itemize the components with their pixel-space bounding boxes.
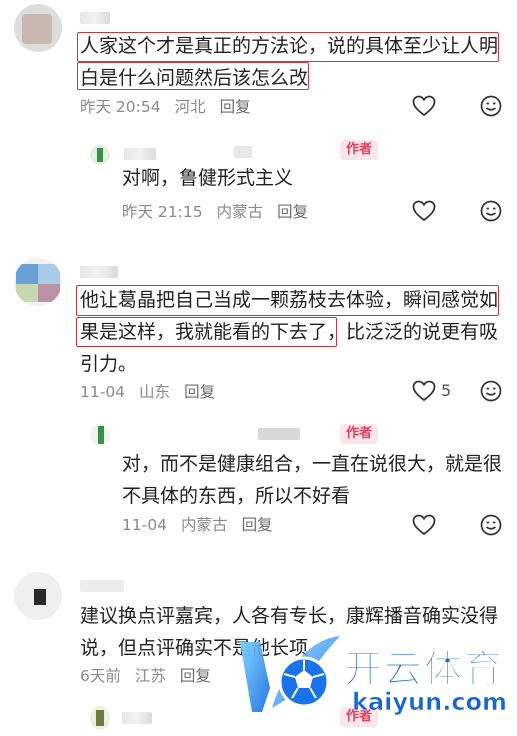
avatar[interactable] xyxy=(90,424,110,446)
watermark-logo: 开云体育 kaiyun.com xyxy=(232,620,517,730)
author-tag: 作者 xyxy=(340,424,379,444)
reply-time: 昨天 21:15 xyxy=(122,203,203,221)
heart-outline-icon[interactable] xyxy=(412,200,436,222)
reply-button[interactable]: 回复 xyxy=(180,667,211,685)
username-blurred[interactable] xyxy=(234,146,252,158)
reply-button[interactable]: 回复 xyxy=(242,516,273,534)
avatar[interactable] xyxy=(90,145,110,165)
comment-text-segment: 比泛泛的说更有吸 xyxy=(346,321,499,343)
reply-text: 对，而不是健康组合，一直在说很大，就是很 不具体的东西，所以不好看 xyxy=(122,448,502,512)
comment-location: 江苏 xyxy=(134,667,166,685)
reply-meta: 昨天 21:15 内蒙古 回复 xyxy=(122,202,322,222)
heart-outline-icon[interactable] xyxy=(412,380,436,402)
username-blurred[interactable] xyxy=(80,266,118,278)
comment-meta: 11-04 山东 回复 xyxy=(80,382,229,402)
watermark-domain: kaiyun.com xyxy=(352,688,508,717)
avatar[interactable] xyxy=(14,258,62,306)
avatar[interactable] xyxy=(90,706,110,730)
reply-time: 11-04 xyxy=(122,516,168,534)
avatar[interactable] xyxy=(14,4,62,52)
comment-location: 山东 xyxy=(139,383,171,401)
author-tag: 作者 xyxy=(340,140,379,160)
watermark-brand: 开云体育 xyxy=(343,647,505,692)
reply-location: 内蒙古 xyxy=(181,516,228,534)
heart-outline-icon[interactable] xyxy=(412,95,436,117)
comment-text: 人家这个才是真正的方法论，说的具体至少让人明 白是什么问题然后该怎么改 xyxy=(80,30,500,94)
comment-meta: 6天前 江苏 回复 xyxy=(80,666,225,686)
like-count: 5 xyxy=(441,381,452,400)
comment-time: 11-04 xyxy=(80,383,126,401)
smiley-icon[interactable] xyxy=(480,514,502,536)
comment-text: 他让葛晶把自己当成一颗荔枝去体验，瞬间感觉如 果是这样，我就能看的下去了，比泛泛… xyxy=(80,284,500,380)
username-blurred[interactable] xyxy=(122,712,152,724)
username-blurred[interactable] xyxy=(80,580,124,592)
smiley-icon[interactable] xyxy=(480,200,502,222)
comment-location: 河北 xyxy=(174,98,206,116)
reply-meta: 11-04 内蒙古 回复 xyxy=(122,515,287,535)
comment-meta: 昨天 20:54 河北 回复 xyxy=(80,97,265,117)
k-soccer-logo-icon xyxy=(240,636,340,712)
smiley-icon[interactable] xyxy=(480,380,502,402)
reply-button[interactable]: 回复 xyxy=(277,203,308,221)
reply-text: 对啊，鲁健形式主义 xyxy=(122,167,294,189)
avatar[interactable] xyxy=(14,572,62,620)
comment-time: 6天前 xyxy=(80,667,121,685)
username-blurred[interactable] xyxy=(80,12,110,24)
comment-text-line: 他让葛晶把自己当成一颗荔枝去体验，瞬间感觉如 xyxy=(80,289,499,311)
username-blurred[interactable] xyxy=(124,148,156,160)
username-blurred[interactable] xyxy=(258,428,300,440)
comment-text-line: 果是这样，我就能看的下去了，比泛泛的说更有吸 xyxy=(80,316,500,348)
comment-text-segment: 果是这样，我就能看的下去了， xyxy=(80,321,347,343)
comment-time: 昨天 20:54 xyxy=(80,98,161,116)
reply-button[interactable]: 回复 xyxy=(184,383,215,401)
reply-text-line: 不具体的东西，所以不好看 xyxy=(122,485,351,507)
reply-text-line: 对，而不是健康组合，一直在说很大，就是很 xyxy=(122,453,503,475)
reply-button[interactable]: 回复 xyxy=(220,98,251,116)
smiley-icon[interactable] xyxy=(480,95,502,117)
comment-text-line: 引力。 xyxy=(80,353,138,375)
comment-text-line: 白是什么问题然后该怎么改 xyxy=(80,67,309,89)
comment-text-line: 人家这个才是真正的方法论，说的具体至少让人明 xyxy=(80,35,499,57)
reply-location: 内蒙古 xyxy=(216,203,264,221)
heart-outline-icon[interactable] xyxy=(412,514,436,536)
